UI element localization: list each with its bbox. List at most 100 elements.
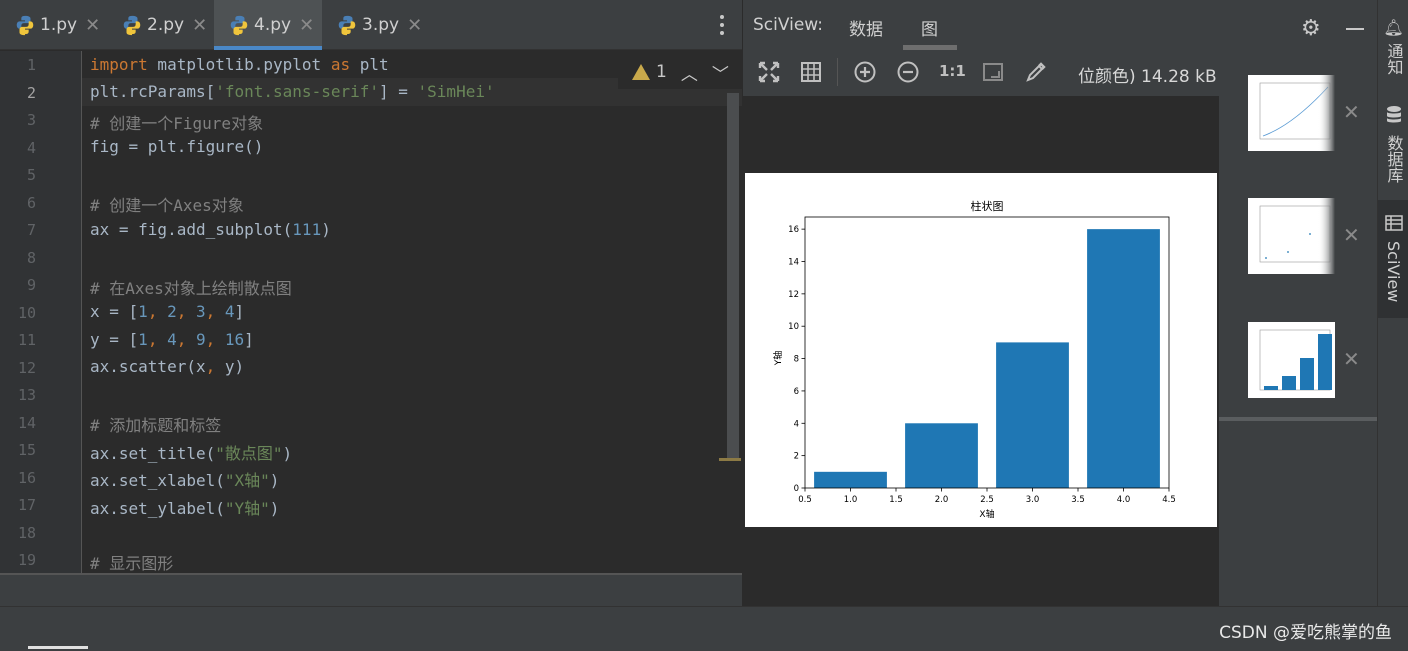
python-file-icon	[228, 14, 250, 36]
inspection-widget[interactable]: 1 ︿ ﹀	[618, 55, 742, 89]
tab-4py[interactable]: 4.py ✕	[214, 0, 322, 50]
code-comment: # 创建一个Axes对象	[90, 196, 244, 215]
close-icon[interactable]: ✕	[299, 15, 314, 36]
y-tick-label: 14	[788, 257, 799, 267]
editor-bottom-panel	[0, 575, 742, 606]
y-tick-label: 10	[788, 322, 799, 332]
tab-2py[interactable]: 2.py ✕	[107, 0, 213, 50]
previous-highlight-icon[interactable]: ︿	[681, 60, 698, 85]
line-number: 2	[26, 83, 36, 102]
database-tool[interactable]: 数据库	[1378, 105, 1408, 183]
y-tick-label: 8	[794, 355, 799, 365]
y-tick-label: 12	[788, 290, 799, 300]
code-editor[interactable]: import matplotlib.pyplot as plt plt.rcPa…	[82, 51, 742, 573]
minimize-icon[interactable]	[1346, 28, 1364, 30]
line-number: 17	[17, 496, 36, 514]
close-icon[interactable]: ✕	[85, 15, 100, 36]
close-icon[interactable]: ✕	[407, 15, 422, 36]
right-tool-strip: 🔔︎ 通知 数据库 SciView	[1377, 0, 1408, 606]
python-file-icon	[14, 14, 36, 36]
plots-thumbnail-panel: ✕ ✕ ✕	[1219, 50, 1377, 606]
code-line: x = [1, 2, 3, 4]	[90, 302, 245, 321]
tab-1py[interactable]: 1.py ✕	[0, 0, 106, 50]
chart-bar	[814, 471, 887, 488]
line-number: 15	[17, 441, 36, 459]
line-number: 10	[17, 303, 36, 322]
tab-3py[interactable]: 3.py ✕	[322, 0, 428, 50]
y-tick-label: 16	[788, 225, 799, 235]
y-tick-label: 0	[794, 484, 799, 494]
code-line: ax = fig.add_subplot(111)	[90, 220, 331, 239]
line-number: 12	[17, 358, 36, 377]
close-icon[interactable]: ✕	[1343, 100, 1360, 124]
code-line: y = [1, 4, 9, 16]	[90, 330, 254, 349]
zoom-in-icon[interactable]	[853, 60, 877, 84]
editor-scrollbar[interactable]	[727, 93, 739, 459]
y-tick-label: 6	[794, 387, 799, 397]
thumbnail-panel-divider	[1219, 417, 1377, 421]
y-tick-label: 4	[794, 419, 799, 429]
x-tick-label: 4.5	[1162, 495, 1176, 505]
grid-icon[interactable]	[799, 60, 823, 84]
line-number: 19	[17, 551, 36, 569]
close-icon[interactable]: ✕	[1343, 223, 1360, 247]
x-tick-label: 1.0	[844, 495, 858, 505]
notifications-label: 通知	[1384, 43, 1404, 75]
notifications-tool[interactable]: 🔔︎ 通知	[1378, 18, 1408, 75]
line-number: 7	[26, 221, 36, 239]
sciview-title: SciView:	[753, 15, 824, 35]
chart-title: 柱状图	[971, 199, 1004, 213]
line-number: 8	[26, 248, 36, 267]
zoom-out-icon[interactable]	[896, 60, 920, 84]
watermark: CSDN @爱吃熊掌的鱼	[1219, 623, 1392, 643]
code-comment: # 在Axes对象上绘制散点图	[90, 279, 292, 298]
color-picker-icon[interactable]	[1024, 60, 1048, 84]
python-file-icon	[121, 14, 143, 36]
sciview-header: SciView: 数据 图 ⚙	[743, 0, 1377, 50]
line-number: 13	[17, 386, 36, 404]
plot-viewer: 柱状图 X轴 Y轴 0.5 1.0 1.5 2.0 2.5 3.0 3.5 4.0 4.5 0 2 4…	[743, 96, 1219, 606]
fit-to-window-icon[interactable]	[757, 60, 781, 84]
database-label: 数据库	[1384, 135, 1404, 183]
code-line: ax.scatter(x, y)	[90, 357, 245, 376]
x-tick-label: 2.0	[935, 495, 949, 505]
tab-label: 4.py	[254, 15, 292, 35]
code-comment: # 创建一个Figure对象	[90, 114, 264, 133]
thumbnail-bar-chart[interactable]	[1248, 322, 1335, 398]
python-file-icon	[336, 14, 358, 36]
x-tick-label: 1.5	[889, 495, 903, 505]
bar-chart: 柱状图 X轴 Y轴 0.5 1.0 1.5 2.0 2.5 3.0 3.5 4.0 4.5 0 2 4…	[772, 199, 1176, 520]
code-line: plt.rcParams['font.sans-serif'] = 'SimHe…	[90, 82, 495, 101]
close-icon[interactable]: ✕	[192, 15, 207, 36]
actual-size-button[interactable]: 1:1	[939, 62, 966, 80]
tab-plots[interactable]: 图	[921, 15, 938, 40]
tab-label: 1.py	[40, 15, 78, 35]
warning-icon	[632, 64, 650, 80]
background-icon[interactable]	[981, 60, 1005, 84]
gear-icon[interactable]: ⚙	[1301, 16, 1321, 41]
image-info: 位颜色) 14.28 kB	[1078, 67, 1217, 87]
thumbnail-line-plot[interactable]	[1248, 75, 1335, 151]
line-number-gutter: 1 2 3 4 5 6 7 8 9 10 11 12 13 14 15 16 17 18 19	[0, 51, 82, 573]
next-highlight-icon[interactable]: ﹀	[712, 60, 729, 85]
sciview-tool[interactable]: SciView	[1378, 215, 1408, 302]
chart-bar	[996, 342, 1069, 488]
chart-xlabel: X轴	[979, 508, 994, 520]
tab-data[interactable]: 数据	[849, 15, 883, 40]
line-number: 9	[26, 276, 36, 294]
close-icon[interactable]: ✕	[1343, 347, 1360, 371]
line-number: 4	[26, 138, 36, 157]
status-bar	[0, 606, 1408, 651]
warning-count: 1	[656, 62, 667, 82]
editor-tab-bar: 1.py ✕ 2.py ✕ 4.py ✕ 3.py ✕	[0, 0, 742, 50]
line-number: 5	[26, 166, 36, 184]
sciview-toolbar: 1:1 位颜色) 14.28 kB	[743, 50, 1219, 96]
line-number: 6	[26, 193, 36, 212]
database-icon	[1385, 105, 1403, 129]
x-tick-label: 3.5	[1071, 495, 1085, 505]
thumbnail-scatter-plot[interactable]	[1248, 198, 1335, 274]
more-options-icon[interactable]	[712, 12, 732, 38]
code-line: fig = plt.figure()	[90, 137, 264, 156]
sciview-label: SciView	[1384, 241, 1403, 303]
y-tick-label: 2	[794, 452, 799, 462]
